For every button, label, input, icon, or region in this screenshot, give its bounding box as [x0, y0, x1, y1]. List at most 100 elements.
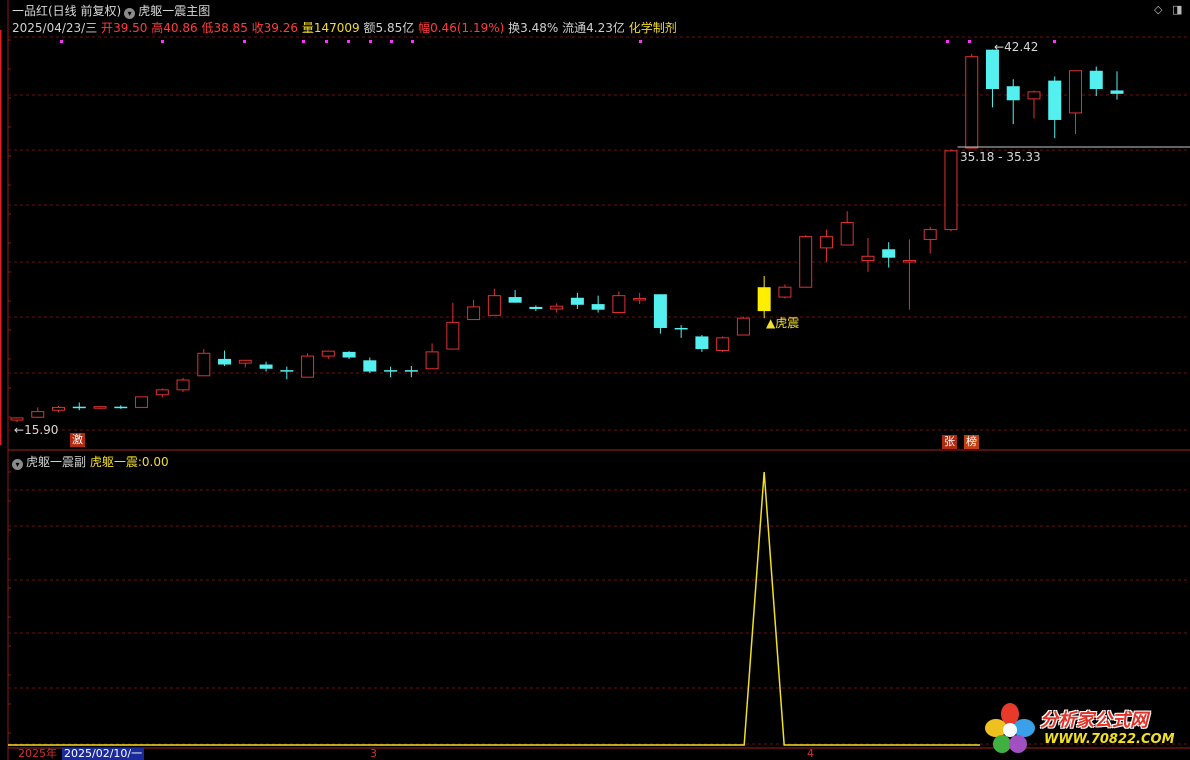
candle-body: [363, 360, 377, 372]
signal-marker-dot: [60, 40, 63, 43]
volume-label: 量: [301, 21, 314, 35]
candle-body: [487, 295, 501, 316]
high-label: 高: [151, 21, 164, 35]
low-price-label: ←15.90: [14, 423, 59, 437]
candle-body: [1068, 70, 1082, 114]
candle-body: [923, 229, 937, 240]
sector-label[interactable]: 化学制剂: [629, 21, 677, 35]
signal-label: ▲虎震: [766, 316, 800, 330]
candle-body: [404, 370, 418, 372]
sub-panel-title: ▾ 虎躯一震副 虎躯一震:0.00: [12, 453, 169, 470]
volume-value: 147009: [313, 21, 360, 35]
candle-body: [135, 396, 149, 408]
candle-body: [52, 406, 66, 411]
candle-body: [176, 379, 190, 391]
stock-title: 一品红(日线 前复权): [12, 4, 122, 18]
candle-body: [861, 255, 875, 262]
signal-marker-dot: [243, 40, 246, 43]
main-indicator-name[interactable]: 虎躯一震主图: [138, 4, 210, 18]
candle-body: [425, 351, 439, 370]
quote-date: 2025/04/23/三: [12, 21, 98, 35]
candle-body: [570, 297, 584, 305]
candle-body: [280, 370, 294, 372]
change-value: 0.46(1.19%): [430, 21, 505, 35]
candle-body: [612, 295, 626, 314]
candle-body: [778, 286, 792, 298]
sub-indicator-line: [8, 471, 980, 746]
diamond-icon[interactable]: ◇: [1154, 3, 1162, 16]
window-toggle-icon[interactable]: ◨: [1172, 3, 1182, 16]
candle-body: [633, 297, 647, 301]
candle-body: [467, 306, 481, 321]
signal-marker-dot: [302, 40, 305, 43]
limit-up-badge[interactable]: 张: [942, 435, 957, 449]
quote-info-row: 2025/04/23/三 开39.50 高40.86 低38.85 收39.26…: [12, 19, 677, 36]
sub-indicator-name[interactable]: 虎躯一震副: [26, 455, 86, 469]
candle-body: [72, 406, 86, 409]
signal-marker-dot: [369, 40, 372, 43]
indicator-dropdown-icon[interactable]: ▾: [124, 8, 136, 19]
candle-body: [757, 287, 771, 312]
turnover-value: 3.48%: [520, 21, 559, 35]
date-mark-4: 4: [807, 747, 814, 760]
amount-label: 额: [363, 21, 376, 35]
close-label: 收: [251, 21, 264, 35]
candle-body: [653, 294, 667, 328]
candle-body: [591, 304, 605, 310]
candle-body: [965, 56, 979, 149]
main-candlestick-chart: [0, 0, 1190, 760]
open-label: 开: [101, 21, 114, 35]
logo-url: WWW.70822.COM: [1044, 732, 1175, 747]
candle-body: [1110, 90, 1124, 94]
candle-body: [716, 337, 730, 351]
limit-badge-left[interactable]: 激: [70, 433, 85, 447]
turnover-label: 换: [508, 21, 521, 35]
high-value: 40.86: [163, 21, 198, 35]
sub-indicator-dropdown-icon[interactable]: ▾: [12, 459, 23, 470]
sub-value-label: 虎躯一震:: [89, 455, 142, 469]
amount-value: 5.85亿: [375, 21, 415, 35]
signal-marker-dot: [325, 40, 328, 43]
candle-body: [259, 364, 273, 369]
candle-body: [1048, 80, 1062, 120]
change-label: 幅: [418, 21, 431, 35]
candle-body: [114, 406, 128, 409]
candle-body: [93, 406, 107, 409]
candle-body: [529, 306, 543, 310]
high-price-label: ←42.42: [994, 40, 1039, 54]
candle-body: [1089, 70, 1103, 90]
candle-body: [840, 222, 854, 246]
signal-marker-dot: [1053, 40, 1056, 43]
candle-body: [321, 350, 335, 357]
candle-body: [819, 236, 833, 249]
candle-body: [10, 417, 24, 421]
signal-marker-dot: [411, 40, 414, 43]
logo-name: 分析家公式网: [1040, 710, 1148, 731]
candle-body: [736, 317, 750, 336]
signal-marker-dot: [968, 40, 971, 43]
date-year: 2025年: [18, 747, 57, 760]
candle-body: [902, 260, 916, 263]
signal-marker-dot: [639, 40, 642, 43]
candle-body: [155, 389, 169, 396]
candle-body: [550, 305, 564, 310]
candle-body: [695, 336, 709, 350]
candle-body: [1006, 86, 1020, 101]
dragon-tiger-badge[interactable]: 榜: [964, 435, 979, 449]
candle-body: [944, 150, 958, 231]
candle-body: [1027, 91, 1041, 100]
candle-body: [799, 236, 813, 288]
float-value: 4.23亿: [586, 21, 625, 35]
candle-body: [446, 321, 460, 350]
candle-body: [384, 370, 398, 372]
signal-marker-dot: [347, 40, 350, 43]
candle-body: [238, 359, 252, 364]
candle-body: [882, 249, 896, 258]
signal-marker-dot: [946, 40, 949, 43]
low-label: 低: [201, 21, 214, 35]
close-value: 39.26: [263, 21, 299, 35]
gap-range-label: 35.18 - 35.33: [960, 150, 1041, 164]
date-mark-3: 3: [370, 747, 377, 760]
candle-body: [301, 355, 315, 378]
site-logo: 分析家公式网 WWW.70822.COM: [982, 700, 1182, 756]
